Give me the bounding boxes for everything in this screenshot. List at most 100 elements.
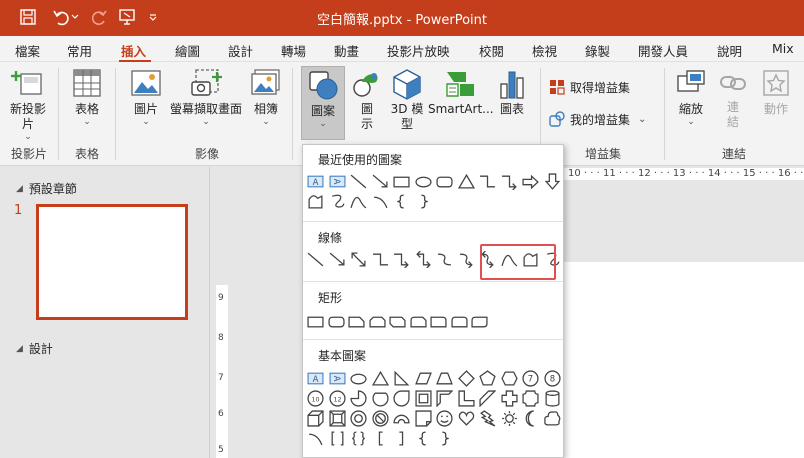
frame-icon[interactable] xyxy=(414,390,432,407)
smartart-button[interactable]: SmartArt... xyxy=(428,68,494,140)
photo-album-button[interactable]: 相簿 ⌄ xyxy=(246,68,286,140)
elbow-connector-icon[interactable] xyxy=(372,251,389,268)
slide-thumbnail[interactable] xyxy=(36,204,188,320)
tab-developer[interactable]: 開發人員 xyxy=(638,41,688,60)
right-bracket-icon[interactable] xyxy=(393,430,410,447)
double-brace-icon[interactable] xyxy=(350,430,367,447)
cross-icon[interactable] xyxy=(500,390,518,407)
tab-slideshow[interactable]: 投影片放映 xyxy=(387,41,450,60)
can-icon[interactable] xyxy=(544,390,561,407)
arrow-line-icon[interactable] xyxy=(329,251,346,268)
curve-icon[interactable] xyxy=(350,193,367,210)
left-brace-icon[interactable] xyxy=(415,430,432,447)
chord-icon[interactable] xyxy=(371,390,389,407)
folded-corner-icon[interactable] xyxy=(414,410,432,427)
down-arrow-icon[interactable] xyxy=(544,173,561,190)
arrow-line-icon[interactable] xyxy=(372,173,389,190)
icons-button[interactable]: 圖 示 xyxy=(350,68,384,140)
cloud-icon[interactable] xyxy=(543,410,561,427)
right-triangle-icon[interactable] xyxy=(393,370,410,387)
round-same-side-icon[interactable] xyxy=(450,313,468,330)
diagonal-stripe-icon[interactable] xyxy=(479,390,496,407)
teardrop-icon[interactable] xyxy=(393,390,410,407)
right-brace-icon[interactable] xyxy=(415,193,432,210)
screenshot-button[interactable]: 螢幕擷取畫面 ⌄ xyxy=(168,68,244,140)
triangle-icon[interactable] xyxy=(371,370,389,387)
tab-insert[interactable]: 插入 xyxy=(121,41,146,60)
snip-same-side-icon[interactable] xyxy=(368,313,386,330)
decagon-icon[interactable]: 10 xyxy=(307,390,324,407)
plaque-icon[interactable] xyxy=(522,390,539,407)
text-box-icon[interactable]: A xyxy=(307,173,324,190)
snip-single-corner-icon[interactable] xyxy=(348,313,365,330)
lightning-bolt-icon[interactable] xyxy=(479,410,496,427)
arc-icon[interactable] xyxy=(307,430,324,447)
freeform-shape-icon[interactable] xyxy=(307,193,324,210)
rounded-rectangle-icon[interactable] xyxy=(436,173,453,190)
right-arrow-icon[interactable] xyxy=(522,173,539,190)
curved-arrow-connector-icon[interactable] xyxy=(458,251,475,268)
tab-animations[interactable]: 動畫 xyxy=(334,41,359,60)
line-icon[interactable] xyxy=(307,251,324,268)
octagon-icon[interactable]: 8 xyxy=(543,370,561,387)
pie-icon[interactable] xyxy=(350,390,367,407)
parallelogram-icon[interactable] xyxy=(414,370,432,387)
3d-models-button[interactable]: 3D 模 型 xyxy=(386,68,428,140)
hexagon-icon[interactable] xyxy=(500,370,518,387)
pentagon-icon[interactable] xyxy=(479,370,496,387)
line-icon[interactable] xyxy=(350,173,367,190)
donut-icon[interactable] xyxy=(350,410,367,427)
left-brace-icon[interactable] xyxy=(393,193,410,210)
vertical-text-box-icon[interactable]: A xyxy=(329,370,346,387)
snip-round-icon[interactable] xyxy=(409,313,427,330)
tab-review[interactable]: 校閱 xyxy=(479,41,504,60)
no-symbol-icon[interactable] xyxy=(371,410,389,427)
round-diagonal-icon[interactable] xyxy=(471,313,488,330)
tab-record[interactable]: 錄製 xyxy=(585,41,610,60)
elbow-arrow-connector-icon[interactable] xyxy=(501,173,518,190)
tab-transitions[interactable]: 轉場 xyxy=(281,41,306,60)
left-bracket-icon[interactable] xyxy=(372,430,389,447)
get-addins-button[interactable]: 取得增益集 xyxy=(548,76,648,98)
zoom-button[interactable]: 縮放 ⌄ xyxy=(672,68,710,140)
rounded-rectangle-icon[interactable] xyxy=(327,313,345,330)
rectangle-icon[interactable] xyxy=(393,173,410,190)
moon-icon[interactable] xyxy=(522,410,539,427)
elbow-arrow-connector-icon[interactable] xyxy=(393,251,410,268)
elbow-connector-icon[interactable] xyxy=(479,173,496,190)
double-bracket-icon[interactable] xyxy=(329,430,346,447)
text-box-icon[interactable]: A xyxy=(307,370,324,387)
new-slide-button[interactable]: 新投影 片 ⌄ xyxy=(4,68,52,142)
slide-canvas[interactable] xyxy=(561,262,804,458)
half-frame-icon[interactable] xyxy=(436,390,453,407)
vertical-text-box-icon[interactable]: A xyxy=(329,173,346,190)
scribble-icon[interactable] xyxy=(329,193,346,210)
oval-icon[interactable] xyxy=(414,173,432,190)
oval-icon[interactable] xyxy=(350,370,367,387)
smiley-face-icon[interactable] xyxy=(436,410,453,427)
dodecagon-icon[interactable]: 12 xyxy=(328,390,346,407)
action-button[interactable]: 動作 xyxy=(756,68,796,140)
tab-design[interactable]: 設計 xyxy=(228,41,253,60)
tab-help[interactable]: 說明 xyxy=(717,41,742,60)
bevel-icon[interactable] xyxy=(328,410,346,427)
round-single-corner-icon[interactable] xyxy=(430,313,447,330)
table-button[interactable]: 表格 ⌄ xyxy=(66,68,108,140)
double-arrow-line-icon[interactable] xyxy=(350,251,367,268)
section-header-default[interactable]: ◢ 預設章節 xyxy=(16,180,77,197)
l-shape-icon[interactable] xyxy=(457,390,475,407)
diamond-icon[interactable] xyxy=(457,370,475,387)
triangle-icon[interactable] xyxy=(457,173,475,190)
cube-icon[interactable] xyxy=(307,410,324,427)
heptagon-icon[interactable]: 7 xyxy=(522,370,539,387)
block-arc-icon[interactable] xyxy=(393,410,410,427)
elbow-double-arrow-icon[interactable] xyxy=(415,251,432,268)
my-addins-button[interactable]: 我的增益集 ⌄ xyxy=(548,108,656,130)
tab-mix[interactable]: Mix xyxy=(772,41,794,56)
sun-icon[interactable] xyxy=(501,410,518,427)
curved-connector-icon[interactable] xyxy=(436,251,453,268)
rectangle-icon[interactable] xyxy=(307,313,324,330)
right-brace-icon[interactable] xyxy=(436,430,453,447)
shapes-button[interactable]: 圖案 ⌄ xyxy=(301,66,345,140)
tab-file[interactable]: 檔案 xyxy=(15,41,40,60)
